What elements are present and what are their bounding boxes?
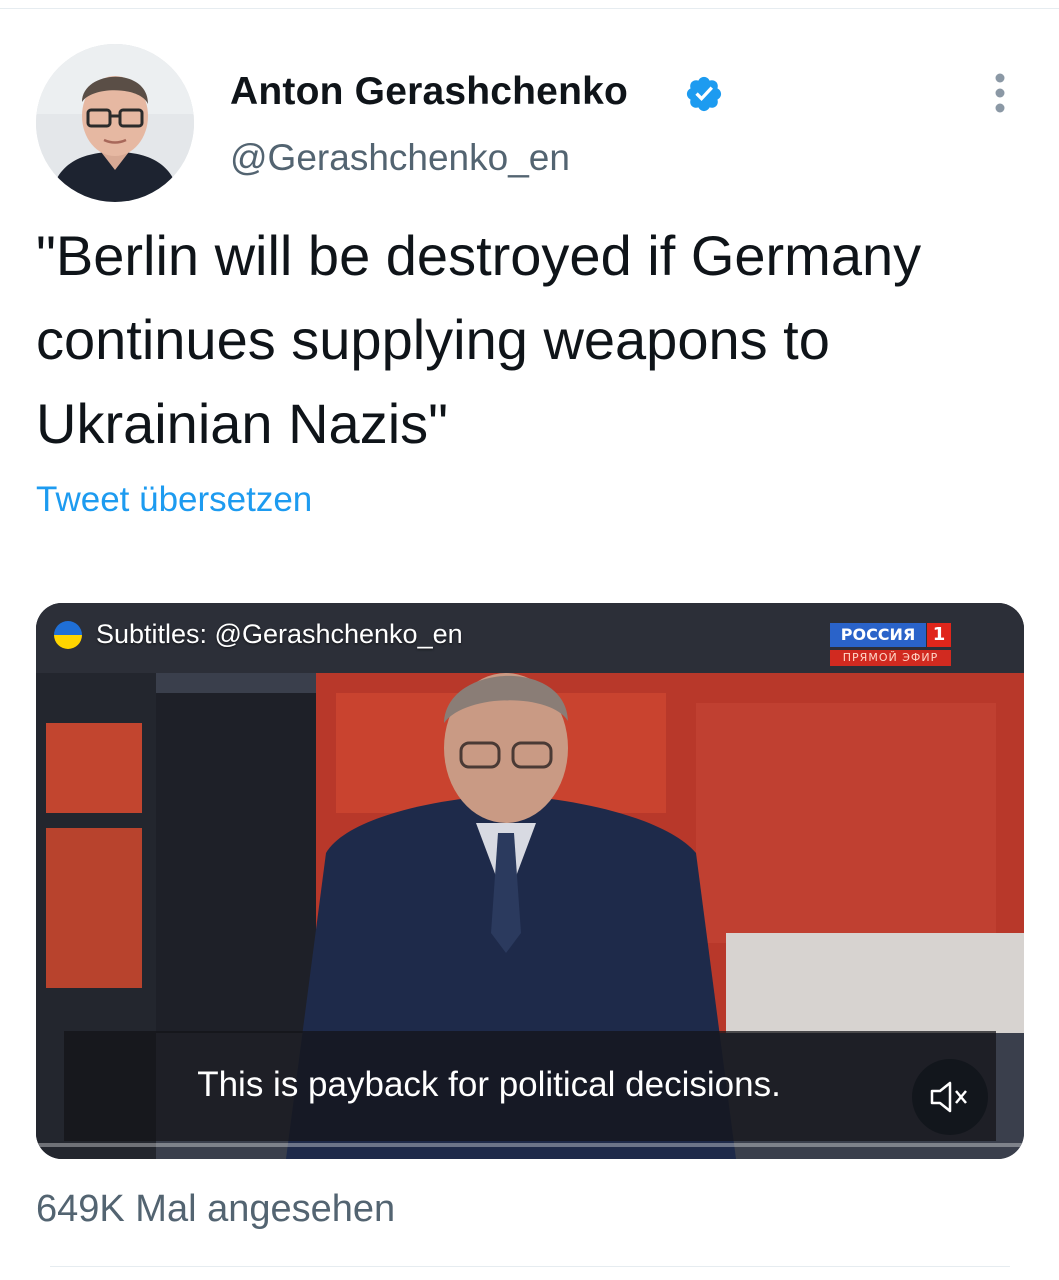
- verified-badge-icon: [686, 76, 722, 112]
- subtitle-credit: Subtitles: @Gerashchenko_en: [54, 619, 463, 650]
- top-divider: [0, 8, 1059, 9]
- video-subtitle: This is payback for political decisions.: [197, 1065, 781, 1104]
- subtitle-credit-text: Subtitles: @Gerashchenko_en: [96, 619, 463, 649]
- translate-tweet-link[interactable]: Tweet übersetzen: [36, 480, 312, 520]
- channel-logo: РОССИЯ 1 ПРЯМОЙ ЭФИР: [830, 623, 958, 673]
- subtitle-bar: This is payback for political decisions.: [64, 1031, 996, 1141]
- more-vertical-icon: [995, 73, 1005, 113]
- user-handle[interactable]: @Gerashchenko_en: [230, 137, 570, 179]
- channel-logo-subtitle: ПРЯМОЙ ЭФИР: [830, 650, 951, 666]
- channel-logo-number: 1: [927, 623, 951, 647]
- view-count: 649K Mal angesehen: [36, 1188, 396, 1230]
- bottom-divider: [50, 1266, 1010, 1267]
- speaker-muted-icon: [930, 1081, 967, 1113]
- tweet-text: "Berlin will be destroyed if Germany con…: [36, 224, 922, 455]
- ukraine-flag-icon: [54, 620, 82, 649]
- video-player[interactable]: Subtitles: @Gerashchenko_en РОССИЯ 1 ПРЯ…: [36, 603, 1024, 1159]
- video-progress-bar[interactable]: [36, 1143, 1024, 1147]
- channel-logo-name: РОССИЯ: [830, 623, 926, 647]
- unmute-button[interactable]: [912, 1059, 988, 1135]
- display-name[interactable]: Anton Gerashchenko: [230, 70, 628, 114]
- more-options-button[interactable]: [984, 70, 1016, 116]
- avatar[interactable]: [36, 44, 194, 202]
